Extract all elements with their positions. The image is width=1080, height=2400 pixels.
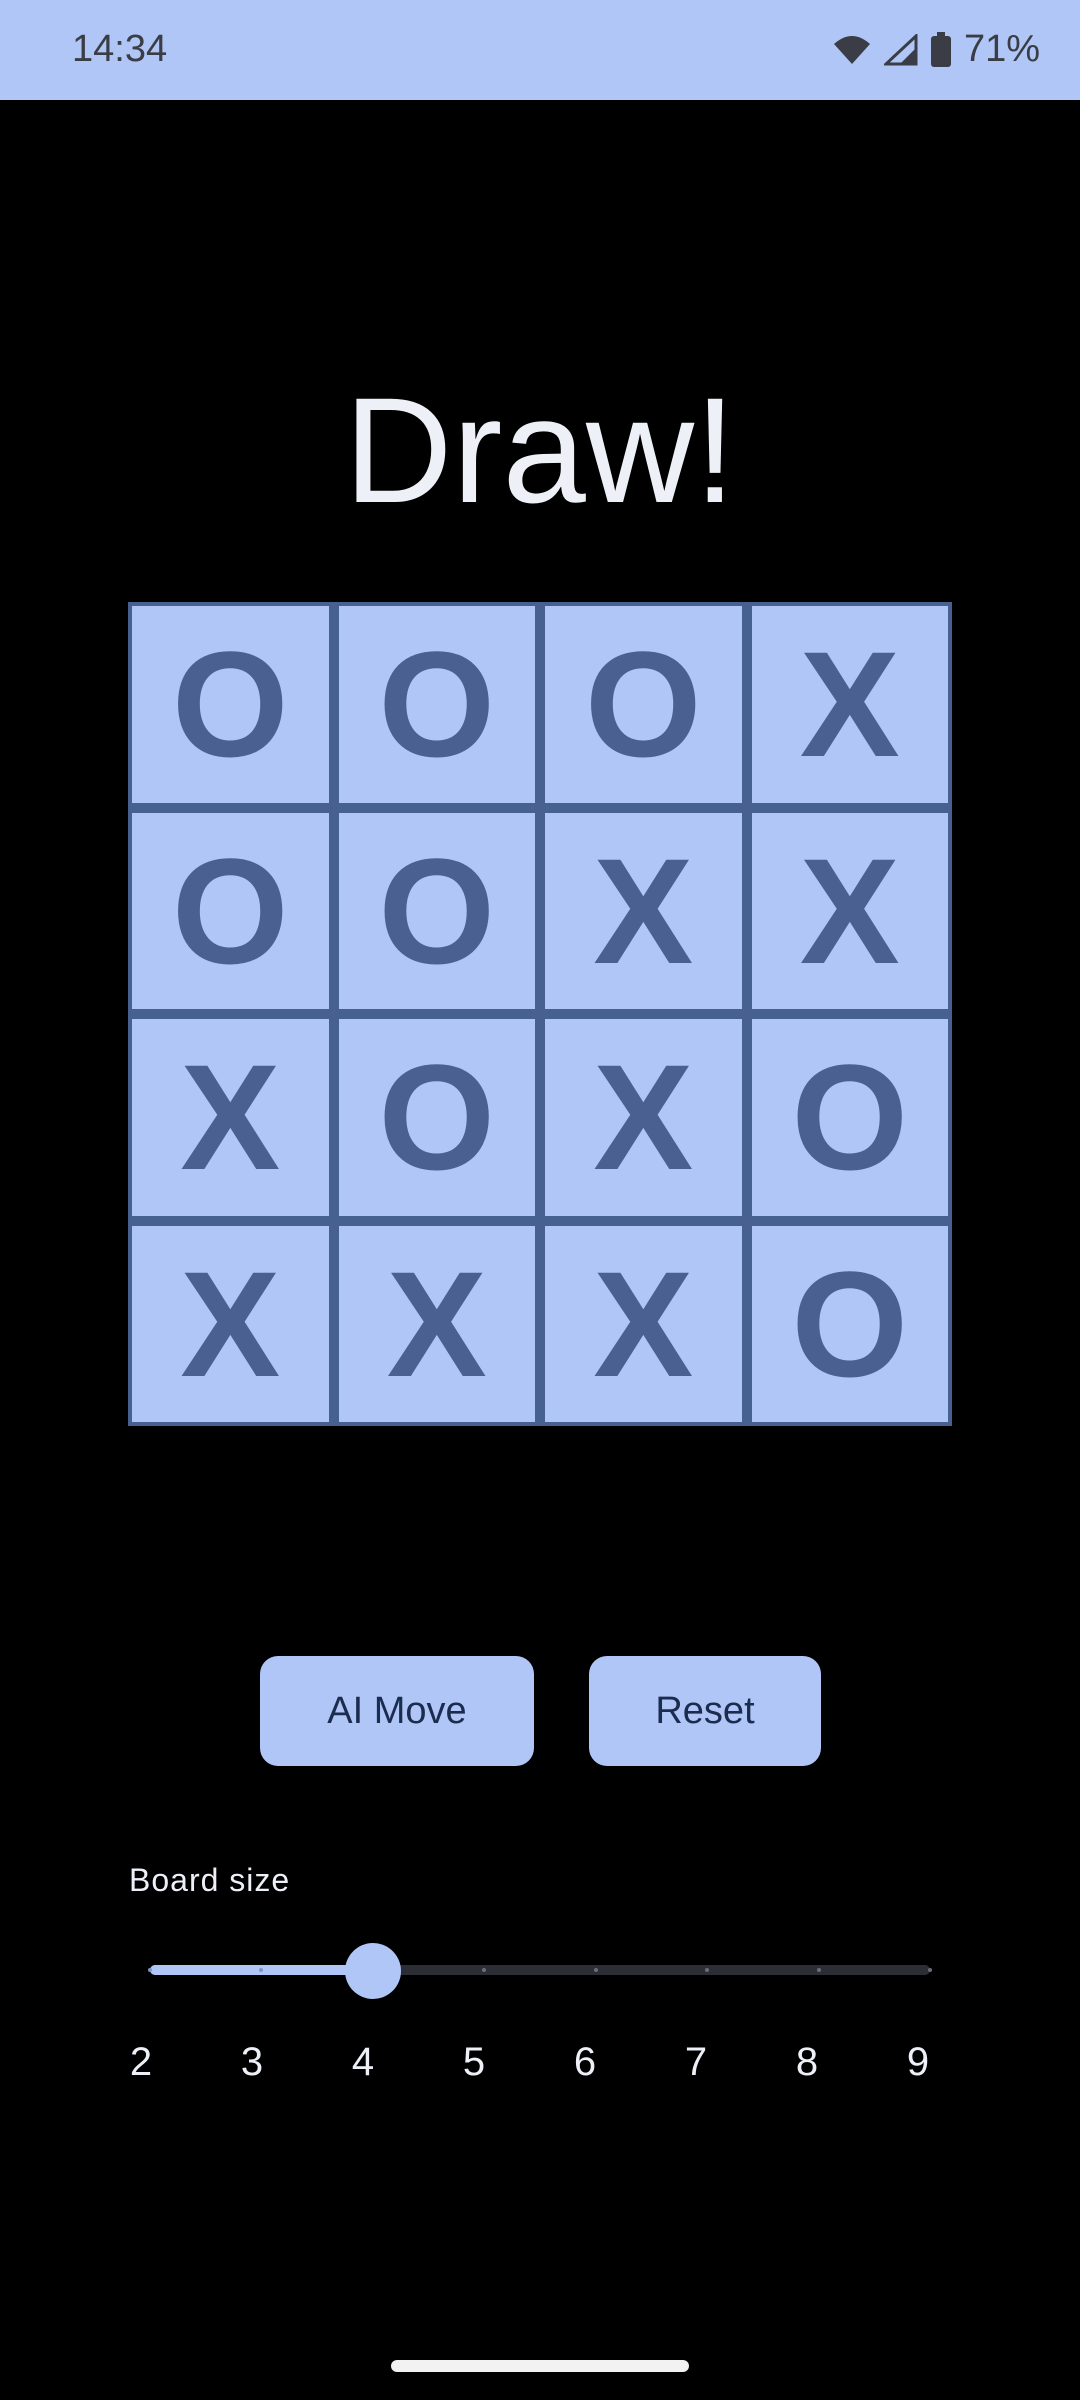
status-time: 14:34 <box>72 28 168 70</box>
home-indicator[interactable] <box>391 2360 689 2372</box>
slider-tick-label: 8 <box>795 2040 819 2084</box>
board-cell[interactable]: X <box>545 812 742 1009</box>
board-cell[interactable]: O <box>338 812 535 1009</box>
board-cell[interactable]: O <box>338 606 535 803</box>
board-size-slider[interactable] <box>148 1940 932 2000</box>
slider-tick-label: 9 <box>906 2040 930 2084</box>
board-cell[interactable]: X <box>751 812 948 1009</box>
board-cell[interactable]: X <box>338 1225 535 1422</box>
board-cell[interactable]: O <box>751 1225 948 1422</box>
status-bar: 14:34 71% <box>0 0 1080 100</box>
slider-tick <box>928 1968 932 1972</box>
board-cell[interactable]: O <box>751 1019 948 1216</box>
board-size-label: Board size <box>129 1862 291 1898</box>
wifi-icon <box>832 34 872 66</box>
slider-tick <box>148 1968 152 1972</box>
slider-tick-labels: 2 3 4 5 6 7 8 9 <box>0 2040 1080 2100</box>
slider-thumb[interactable] <box>344 1943 401 1999</box>
reset-button[interactable]: Reset <box>589 1656 821 1766</box>
slider-tick-label: 6 <box>573 2040 597 2084</box>
slider-tick-label: 2 <box>129 2040 153 2084</box>
cell-signal-icon <box>883 33 918 66</box>
board-cell[interactable]: O <box>545 606 742 803</box>
slider-tick-label: 7 <box>684 2040 708 2084</box>
ai-move-button[interactable]: AI Move <box>260 1656 534 1766</box>
status-icons: 71% <box>832 28 1040 71</box>
slider-tick <box>816 1968 821 1972</box>
slider-tick <box>593 1968 598 1972</box>
board-cell[interactable]: X <box>132 1225 329 1422</box>
board-cell[interactable]: X <box>751 606 948 803</box>
game-board: OOOXOOXXXOXOXXXO <box>128 602 952 1426</box>
board-cell[interactable]: O <box>132 606 329 803</box>
slider-tick-label: 5 <box>462 2040 486 2084</box>
slider-tick-label: 3 <box>240 2040 264 2084</box>
battery-percentage: 71% <box>963 28 1040 70</box>
board-cell[interactable]: X <box>545 1225 742 1422</box>
board-cell[interactable]: X <box>545 1019 742 1216</box>
board-cell[interactable]: O <box>338 1019 535 1216</box>
board-cell[interactable]: X <box>132 1019 329 1216</box>
result-title: Draw! <box>344 366 736 534</box>
battery-icon <box>930 31 952 68</box>
slider-tick-label: 4 <box>351 2040 375 2084</box>
board-cell[interactable]: O <box>132 812 329 1009</box>
